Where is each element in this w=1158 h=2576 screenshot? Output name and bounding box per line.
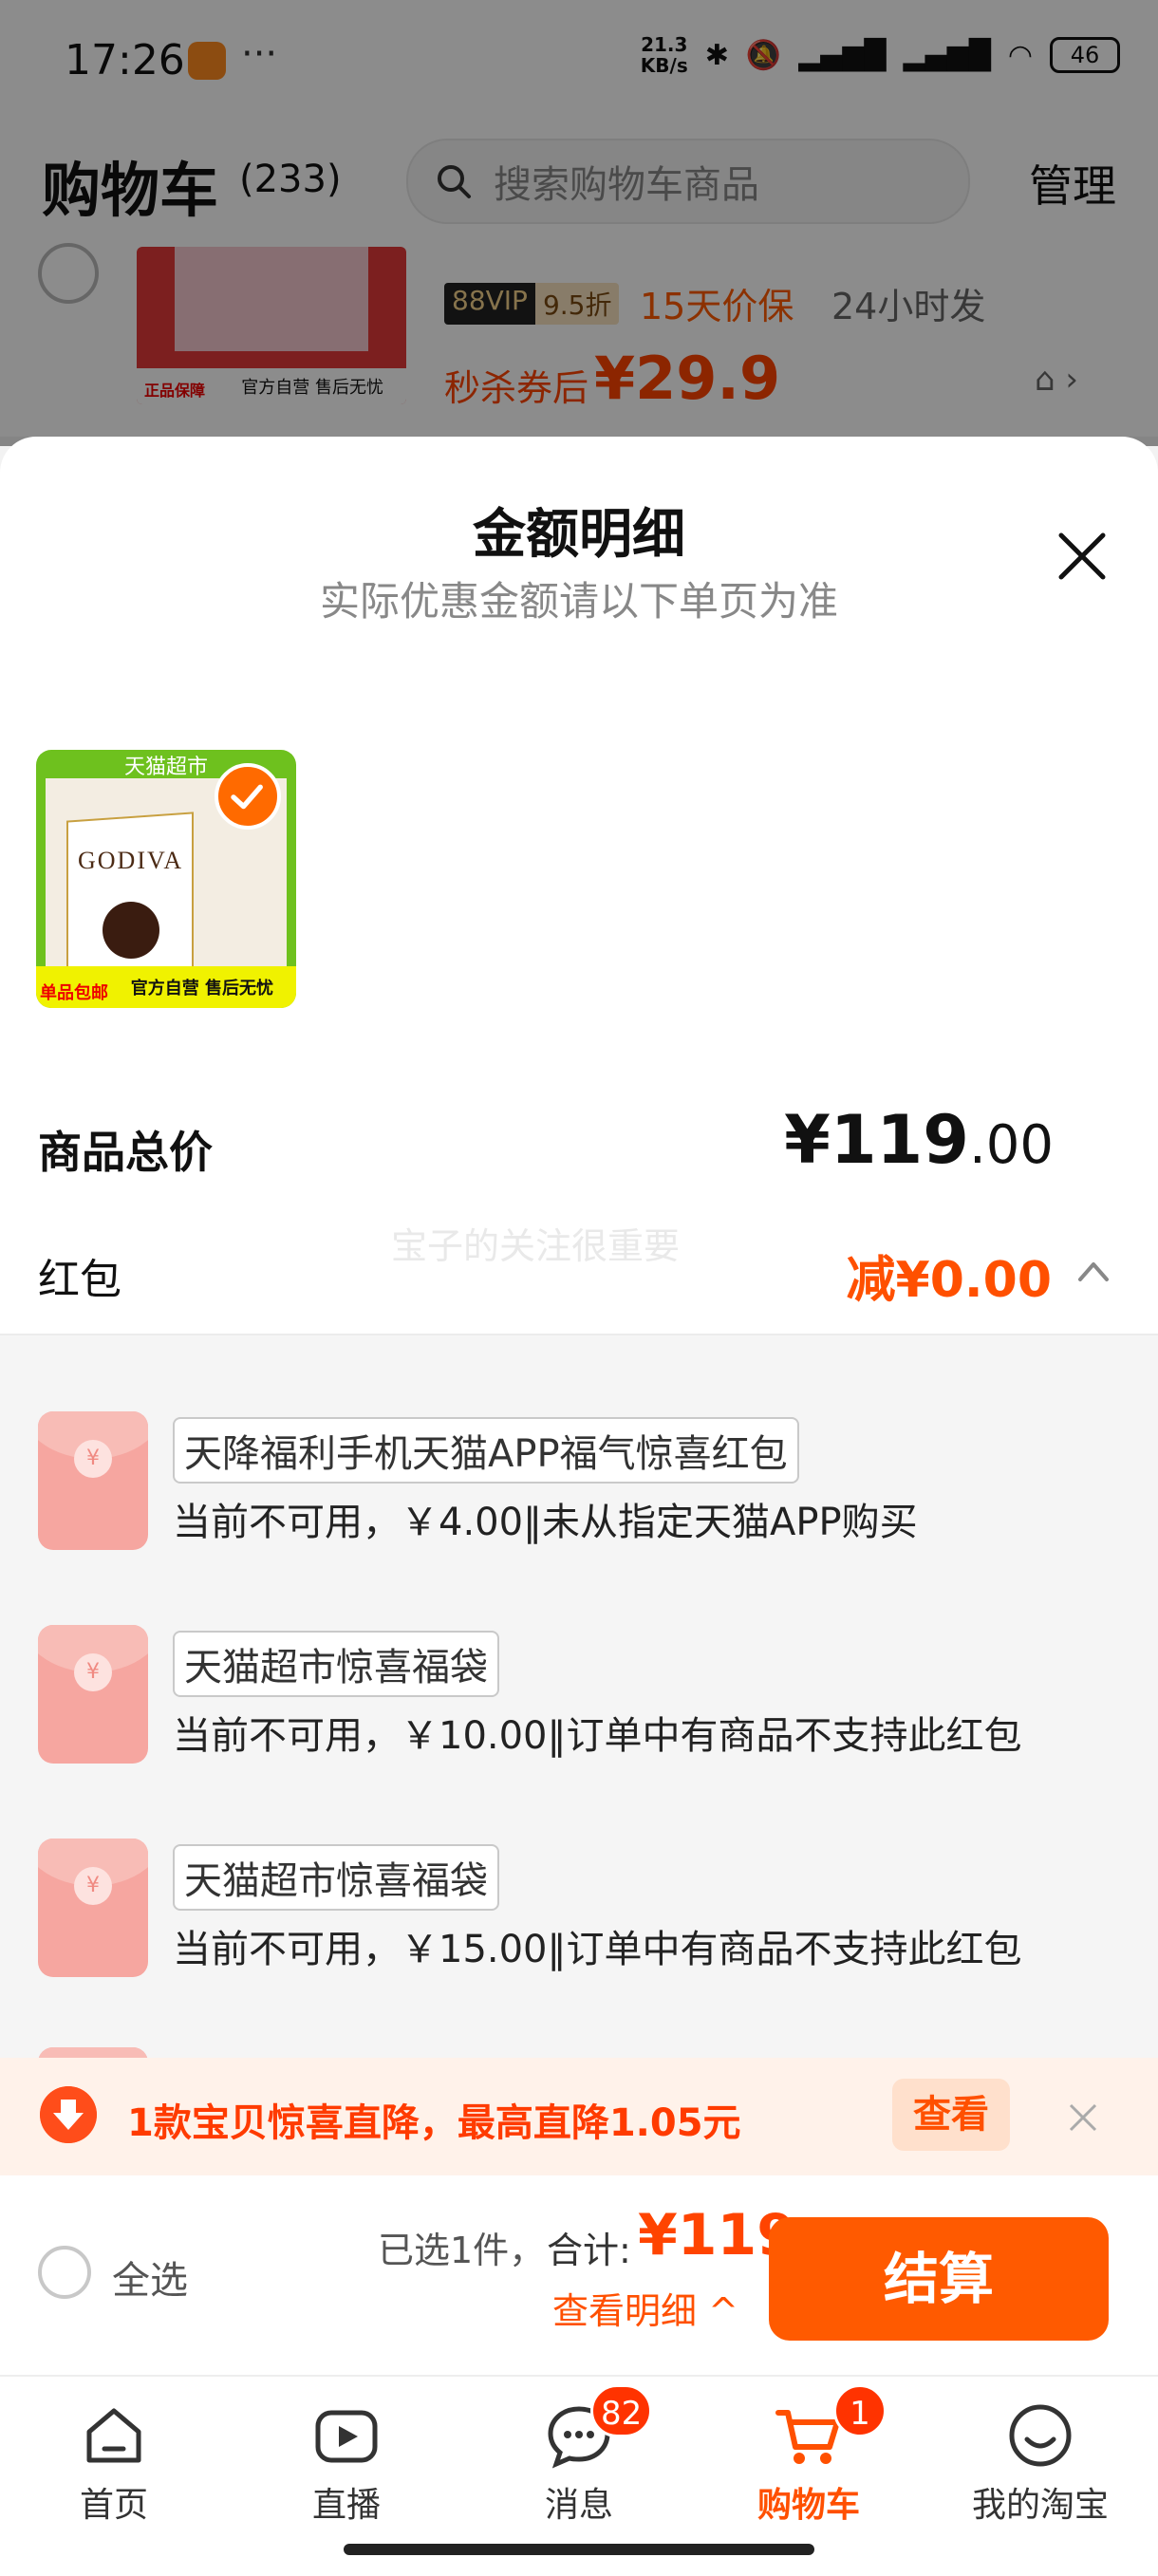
redpack-status: 当前不可用，￥15.00‖订单中有商品不支持此红包	[173, 1928, 1022, 1971]
tab-cart[interactable]: 购物车 1	[733, 2384, 887, 2529]
view-price-drop-button[interactable]: 查看	[892, 2079, 1010, 2151]
product-thumbnail[interactable]: 天猫超市 GODIVA 官方自营 售后无忧 单品包邮	[36, 750, 296, 1008]
watermark: 宝子的关注很重要	[391, 1225, 681, 1267]
redpack-label: 红包	[38, 1256, 121, 1304]
sheet-subtitle: 实际优惠金额请以下单页为准	[319, 578, 838, 625]
redpack-name: 天猫超市惊喜福袋	[173, 1631, 499, 1697]
thumb-brand: GODIVA	[78, 847, 184, 874]
tab-label: 首页	[79, 2486, 148, 2525]
checkout-button[interactable]: 结算	[769, 2217, 1109, 2341]
tab-label: 我的淘宝	[971, 2486, 1109, 2525]
select-all-label[interactable]: 全选	[112, 2249, 188, 2305]
close-banner-icon[interactable]	[1065, 2100, 1101, 2136]
total-price-value: ¥119.00	[784, 1101, 1054, 1179]
tab-label: 直播	[311, 2486, 381, 2525]
selected-count: 已选1件，	[378, 2230, 546, 2271]
chocolate-box	[66, 812, 194, 986]
redpack-value[interactable]: 减¥0.00	[847, 1240, 1052, 1311]
total-price-label: 商品总价	[38, 1127, 213, 1178]
chocolate-icon	[103, 902, 159, 959]
live-play-icon	[315, 2410, 378, 2463]
redpack-item: ¥ 天猫超市惊喜福袋 当前不可用，￥10.00‖订单中有商品不支持此红包	[0, 1625, 1158, 1777]
select-all-radio[interactable]	[38, 2246, 91, 2299]
home-icon	[86, 2408, 141, 2463]
redpack-list: ¥ 天降福利手机天猫APP福气惊喜红包 当前不可用，￥4.00‖未从指定天猫AP…	[0, 1334, 1158, 2186]
sum-label: 合计:	[547, 2230, 631, 2271]
red-envelope-icon: ¥	[38, 1839, 148, 1977]
message-badge: 82	[590, 2384, 653, 2437]
total-price-int: ¥119	[784, 1101, 969, 1179]
redpack-status: 当前不可用，￥10.00‖订单中有商品不支持此红包	[173, 1714, 1022, 1758]
red-envelope-icon: ¥	[38, 1625, 148, 1764]
redpack-item: ¥ 天降福利手机天猫APP福气惊喜红包 当前不可用，￥4.00‖未从指定天猫AP…	[0, 1411, 1158, 1563]
home-indicator[interactable]	[344, 2544, 814, 2555]
profile-smile-icon	[1009, 2404, 1072, 2467]
chevron-up-icon[interactable]	[1074, 1257, 1112, 1285]
redpack-name: 天降福利手机天猫APP福气惊喜红包	[173, 1417, 799, 1484]
redpack-name: 天猫超市惊喜福袋	[173, 1844, 499, 1911]
check-icon	[215, 763, 281, 830]
red-envelope-icon: ¥	[38, 1411, 148, 1550]
tab-label: 消息	[544, 2486, 613, 2525]
tab-live[interactable]: 直播	[271, 2386, 422, 2529]
tab-messages[interactable]: 消息 82	[503, 2384, 655, 2529]
tab-home[interactable]: 首页	[38, 2386, 190, 2529]
thumb-tag: 单品包邮	[40, 983, 108, 1003]
close-icon[interactable]	[1054, 528, 1111, 585]
redpack-item: ¥ 天猫超市惊喜福袋 当前不可用，￥15.00‖订单中有商品不支持此红包	[0, 1839, 1158, 1990]
price-drop-icon	[40, 2086, 97, 2143]
price-drop-banner: 1款宝贝惊喜直降，最高直降1.05元 查看	[0, 2058, 1158, 2175]
tab-label: 购物车	[756, 2486, 860, 2525]
view-detail-link[interactable]: 查看明细 ^	[552, 2282, 738, 2334]
dim-overlay[interactable]	[0, 0, 1158, 446]
price-drop-text: 1款宝贝惊喜直降，最高直降1.05元	[127, 2101, 741, 2145]
tab-my-taobao[interactable]: 我的淘宝	[964, 2386, 1116, 2529]
redpack-status: 当前不可用，￥4.00‖未从指定天猫APP购买	[173, 1501, 918, 1544]
total-price-decimal: .00	[968, 1114, 1054, 1176]
checkout-bar: 全选 已选1件， 合计: ¥119 查看明细 ^ 结算	[0, 2175, 1158, 2375]
cart-badge: 1	[833, 2384, 887, 2437]
sheet-title: 金额明细	[473, 504, 685, 566]
